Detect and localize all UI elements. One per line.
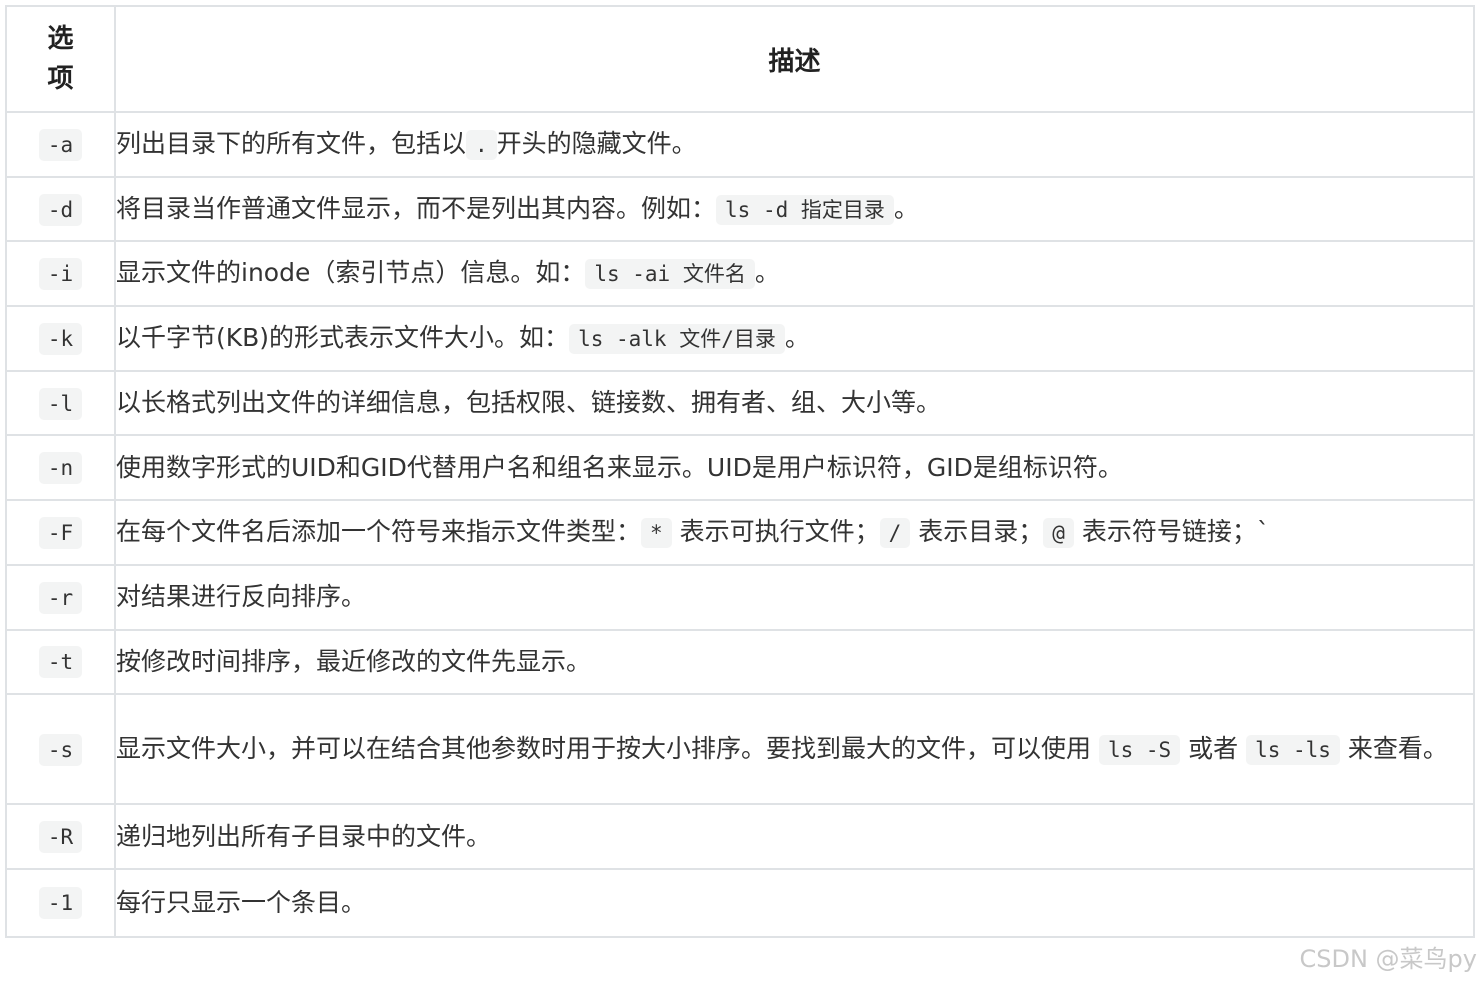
- option-code: -i: [38, 258, 83, 291]
- inline-code: @: [1043, 517, 1074, 548]
- description-column-header: 描述: [114, 5, 1475, 113]
- inline-code: ls -d 指定目录: [716, 194, 894, 225]
- table-row: -R 递归地列出所有子目录中的文件。: [5, 803, 1475, 870]
- option-cell: -r: [5, 563, 116, 631]
- option-cell: -F: [5, 499, 116, 566]
- option-cell: -k: [5, 305, 116, 372]
- description-cell: 递归地列出所有子目录中的文件。: [114, 803, 1475, 870]
- option-code: -k: [38, 322, 83, 355]
- option-cell: -t: [5, 628, 116, 696]
- description-text: 。: [754, 258, 780, 288]
- option-code: -r: [38, 581, 83, 614]
- description-cell: 每行只显示一个条目。: [114, 867, 1475, 938]
- option-code: -l: [38, 387, 83, 420]
- description-text: 开头的隐藏文件。: [496, 128, 697, 158]
- option-cell: -1: [5, 867, 116, 938]
- option-cell: -l: [5, 369, 116, 437]
- table-row: -a 列出目录下的所有文件，包括以. 开头的隐藏文件。: [5, 111, 1475, 178]
- option-cell: -n: [5, 434, 116, 502]
- description-cell: 以长格式列出文件的详细信息，包括权限、链接数、拥有者、组、大小等。: [114, 369, 1475, 437]
- option-code: -t: [38, 646, 83, 679]
- table-row: -l 以长格式列出文件的详细信息，包括权限、链接数、拥有者、组、大小等。: [5, 369, 1475, 437]
- description-text: 按修改时间排序，最近修改的文件先显示。: [116, 646, 592, 676]
- inline-code: .: [466, 129, 497, 160]
- option-header-char: 项: [47, 64, 74, 94]
- description-text: 表示符号链接；`: [1073, 516, 1270, 546]
- table-row: -t 按修改时间排序，最近修改的文件先显示。: [5, 628, 1475, 696]
- watermark: CSDN @菜鸟py: [1299, 945, 1478, 973]
- description-text: 在每个文件名后添加一个符号来指示文件类型：: [116, 516, 642, 546]
- table-row: -d 将目录当作普通文件显示，而不是列出其内容。例如： ls -d 指定目录。: [5, 175, 1475, 243]
- description-text: 来查看。: [1339, 733, 1448, 763]
- description-text: 显示文件的inode（索引节点）信息。如：: [116, 258, 586, 288]
- inline-code: ls -alk 文件/目录: [569, 323, 785, 354]
- option-cell: -d: [5, 175, 116, 243]
- inline-code: ls -ai 文件名: [585, 259, 755, 290]
- option-code: -1: [38, 887, 83, 920]
- option-cell: -i: [5, 240, 116, 308]
- option-code: -s: [38, 733, 83, 766]
- table-row: -n 使用数字形式的UID和GID代替用户名和组名来显示。UID是用户标识符，GI…: [5, 434, 1475, 502]
- description-cell: 显示文件大小，并可以在结合其他参数时用于按大小排序。要找到最大的文件，可以使用 …: [114, 693, 1475, 806]
- option-code: -d: [38, 193, 83, 226]
- option-code: -a: [38, 128, 83, 161]
- option-cell: -a: [5, 111, 116, 178]
- description-text: 以长格式列出文件的详细信息，包括权限、链接数、拥有者、组、大小等。: [116, 388, 942, 418]
- table-row: -i 显示文件的inode（索引节点）信息。如： ls -ai 文件名。: [5, 240, 1475, 308]
- description-text: 。: [893, 193, 919, 223]
- table-row: -r 对结果进行反向排序。: [5, 563, 1475, 631]
- description-text: 使用数字形式的UID和GID代替用户名和组名来显示。UID是用户标识符，GID是…: [116, 452, 1123, 482]
- table-body: -a 列出目录下的所有文件，包括以. 开头的隐藏文件。 -d 将目录当作普通文件显示，而…: [5, 111, 1475, 938]
- table-row: -k 以千字节(KB)的形式表示文件大小。如： ls -alk 文件/目录。: [5, 305, 1475, 372]
- option-column-header: 选 项: [5, 5, 116, 113]
- description-text: 每行只显示一个条目。: [116, 887, 367, 917]
- description-text: 对结果进行反向排序。: [116, 582, 367, 612]
- description-text: 将目录当作普通文件显示，而不是列出其内容。例如：: [116, 193, 717, 223]
- option-cell: -R: [5, 803, 116, 870]
- table-row: -s 显示文件大小，并可以在结合其他参数时用于按大小排序。要找到最大的文件，可以使…: [5, 693, 1475, 806]
- description-text: 递归地列出所有子目录中的文件。: [116, 821, 492, 851]
- description-text: 或者: [1180, 733, 1247, 763]
- inline-code: *: [641, 517, 672, 548]
- description-cell: 在每个文件名后添加一个符号来指示文件类型： * 表示可执行文件； / 表示目录； @ …: [114, 499, 1475, 566]
- description-cell: 使用数字形式的UID和GID代替用户名和组名来显示。UID是用户标识符，GID是…: [114, 434, 1475, 502]
- description-text: 显示文件大小，并可以在结合其他参数时用于按大小排序。要找到最大的文件，可以使用: [116, 733, 1099, 763]
- option-cell: -s: [5, 693, 116, 806]
- description-cell: 列出目录下的所有文件，包括以. 开头的隐藏文件。: [114, 111, 1475, 178]
- option-code: -n: [38, 452, 83, 485]
- table-row: -F 在每个文件名后添加一个符号来指示文件类型： * 表示可执行文件； / 表示目录；…: [5, 499, 1475, 566]
- description-text: 表示可执行文件；: [671, 516, 880, 546]
- option-header-char: 选: [47, 24, 74, 54]
- description-cell: 对结果进行反向排序。: [114, 563, 1475, 631]
- option-code: -R: [38, 821, 83, 854]
- option-code: -F: [38, 516, 83, 549]
- description-cell: 按修改时间排序，最近修改的文件先显示。: [114, 628, 1475, 696]
- inline-code: ls -ls: [1246, 734, 1340, 765]
- description-cell: 显示文件的inode（索引节点）信息。如： ls -ai 文件名。: [114, 240, 1475, 308]
- table-row: -1 每行只显示一个条目。: [5, 867, 1475, 938]
- description-cell: 以千字节(KB)的形式表示文件大小。如： ls -alk 文件/目录。: [114, 305, 1475, 372]
- options-table: 选 项 描述 -a 列出目录下的所有文件，包括以. 开头的隐藏文件。 -d 将目录当作普…: [5, 5, 1475, 938]
- description-text: 以千字节(KB)的形式表示文件大小。如：: [116, 322, 570, 352]
- inline-code: /: [879, 517, 911, 548]
- description-text: 列出目录下的所有文件，包括以: [116, 128, 467, 158]
- description-text: 。: [784, 322, 810, 352]
- inline-code: ls -S: [1098, 734, 1181, 765]
- description-cell: 将目录当作普通文件显示，而不是列出其内容。例如： ls -d 指定目录。: [114, 175, 1475, 243]
- description-text: 表示目录；: [910, 516, 1044, 546]
- table-header-row: 选 项 描述: [5, 5, 1475, 113]
